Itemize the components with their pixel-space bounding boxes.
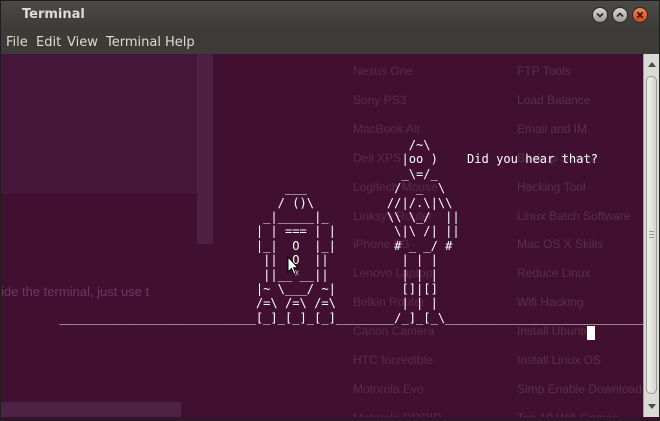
close-button[interactable]: [632, 7, 648, 23]
maximize-button[interactable]: [612, 7, 628, 23]
background-ghost-item: Install Ubuntu: [517, 324, 591, 339]
background-ghost-item: Load Balance: [517, 92, 591, 107]
menu-terminal[interactable]: Terminal: [106, 35, 161, 50]
background-ghost-item: Install Linux OS: [517, 353, 602, 367]
title-bar[interactable]: Terminal: [1, 1, 659, 31]
terminal-window: Terminal File Edit View Terminal Help id…: [0, 0, 660, 421]
scrollbar-thumb[interactable]: [646, 76, 657, 394]
background-ghost-item: Top 10 Wifi Games: [517, 411, 618, 417]
menu-view[interactable]: View: [67, 35, 98, 50]
background-window-strip: [1, 402, 181, 417]
menu-file[interactable]: File: [6, 35, 28, 50]
background-ghost-item: Nexus One: [353, 64, 414, 78]
background-ghost-item: Motorola Evo: [353, 381, 424, 396]
background-ghost-item: Canon Camera: [353, 324, 435, 339]
close-icon: [636, 11, 644, 19]
background-ghost-item: HTC Incredible: [353, 353, 434, 367]
terminal-output-area[interactable]: ide the terminal, just use t Nexus One So…: [1, 54, 643, 417]
background-ghost-item: MacBook Air: [353, 121, 421, 136]
terminal-ascii-art: /~\ |oo ) Did you hear that? _\=/_ ___ /…: [59, 138, 643, 325]
background-ghost-item: Motorola DROID: [353, 411, 442, 417]
scrollbar-grip-line: [649, 231, 654, 232]
scroll-up-arrow-icon[interactable]: [646, 59, 658, 71]
minimize-icon: [596, 12, 604, 18]
background-ghost-item: Email and IM: [517, 121, 588, 136]
background-ghost-item: Simp Enable Download: [517, 381, 642, 396]
scrollbar-grip-line: [649, 237, 654, 238]
window-title: Terminal: [22, 7, 85, 22]
scroll-down-arrow-icon[interactable]: [646, 400, 658, 412]
menu-bar: File Edit View Terminal Help: [1, 31, 659, 54]
mouse-pointer-icon: [287, 256, 299, 276]
minimize-button[interactable]: [592, 7, 608, 23]
text-cursor: [587, 326, 595, 340]
scrollbar-grip-line: [649, 234, 654, 235]
menu-help[interactable]: Help: [165, 35, 195, 50]
vertical-scrollbar[interactable]: [643, 54, 659, 417]
maximize-icon: [616, 12, 624, 18]
background-ghost-item: FTP Tools: [517, 64, 571, 78]
background-ghost-item: Sony PS3: [353, 92, 407, 107]
menu-edit[interactable]: Edit: [36, 35, 61, 50]
